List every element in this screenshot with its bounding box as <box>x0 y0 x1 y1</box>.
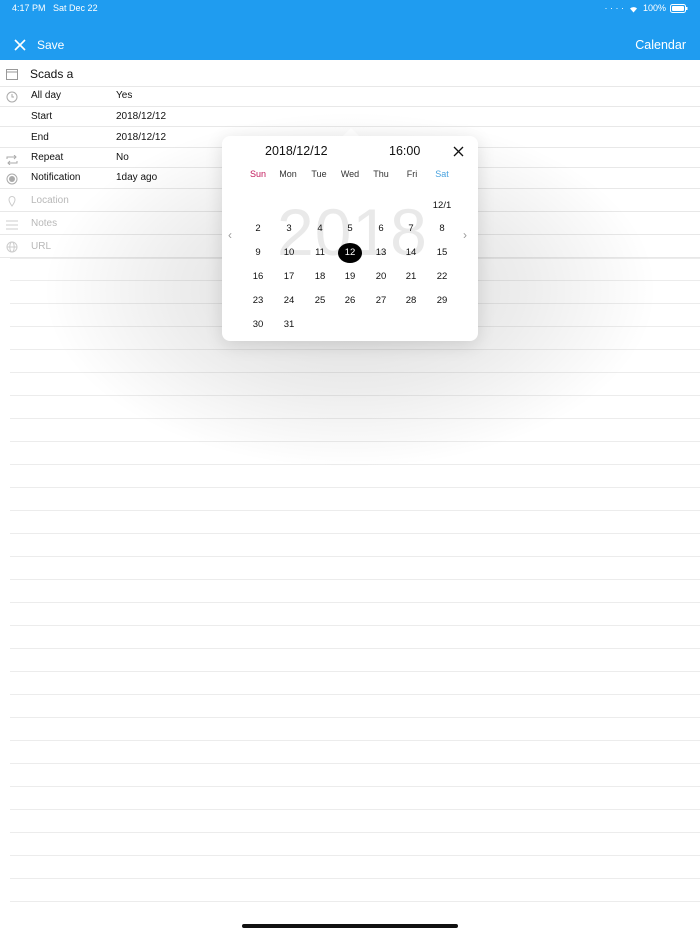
start-row[interactable]: Start 2018/12/12 <box>0 106 700 127</box>
notification-label: Notification <box>31 172 81 183</box>
start-value[interactable]: 2018/12/12 <box>116 111 166 122</box>
repeat-icon <box>6 152 18 166</box>
notes-field[interactable]: Notes <box>31 218 57 229</box>
month-start-label[interactable]: 12/1 <box>430 196 454 216</box>
calendar-day[interactable]: 13 <box>369 243 393 263</box>
all-day-row[interactable]: All day Yes <box>0 86 700 107</box>
calendar-day[interactable]: 24 <box>277 291 301 311</box>
weekday-mon: Mon <box>279 169 297 179</box>
end-label: End <box>31 132 49 143</box>
calendar-icon <box>6 67 18 80</box>
calendar-day[interactable]: 30 <box>246 315 270 335</box>
status-time: 4:17 PM Sat Dec 22 <box>12 3 98 13</box>
calendar-day[interactable]: 5 <box>338 219 362 239</box>
battery-icon <box>670 3 688 13</box>
calendar-day[interactable]: 26 <box>338 291 362 311</box>
globe-icon <box>6 240 18 253</box>
calendar-day[interactable]: 14 <box>399 243 423 263</box>
location-pin-icon <box>6 194 18 207</box>
calendar-day[interactable]: 16 <box>246 267 270 287</box>
notes-icon <box>6 217 18 230</box>
calendar-day[interactable]: 19 <box>338 267 362 287</box>
status-indicators: · · · · 100% <box>604 3 688 13</box>
end-value[interactable]: 2018/12/12 <box>116 132 166 143</box>
date-picker-popover: 2018/12/12 16:00 Sun Mon Tue Wed Thu Fri… <box>222 136 478 341</box>
battery-percent: 100% <box>642 3 666 13</box>
calendar-day[interactable]: 25 <box>308 291 332 311</box>
all-day-label: All day <box>31 90 62 101</box>
weekday-wed: Wed <box>340 169 360 179</box>
event-title[interactable]: Scads a <box>30 67 73 81</box>
signal-icon: · · · · <box>604 3 624 13</box>
calendar-day[interactable]: 28 <box>399 291 423 311</box>
weekday-sun: Sun <box>249 169 266 179</box>
calendar-day[interactable]: 2 <box>246 219 270 239</box>
calendar-button[interactable]: Calendar <box>635 38 686 52</box>
popover-arrow <box>343 128 359 136</box>
calendar-day[interactable]: 29 <box>430 291 454 311</box>
notification-value[interactable]: 1day ago <box>116 172 157 183</box>
picker-date[interactable]: 2018/12/12 <box>265 144 328 158</box>
calendar-day[interactable]: 10 <box>277 243 301 263</box>
calendar-day[interactable]: 27 <box>369 291 393 311</box>
calendar-day[interactable]: 4 <box>308 219 332 239</box>
start-label: Start <box>31 111 53 122</box>
calendar-day[interactable]: 22 <box>430 267 454 287</box>
weekday-sat: Sat <box>435 169 449 179</box>
calendar-day[interactable]: 15 <box>430 243 454 263</box>
wifi-icon <box>628 4 639 13</box>
home-indicator[interactable] <box>242 924 458 928</box>
top-bar: 4:17 PM Sat Dec 22 · · · · 100% Save Cal… <box>0 0 700 60</box>
calendar-day[interactable]: 21 <box>399 267 423 287</box>
calendar-day[interactable]: 9 <box>246 243 270 263</box>
calendar-day[interactable]: 17 <box>277 267 301 287</box>
notification-icon <box>6 172 18 185</box>
clock-icon <box>6 90 18 103</box>
close-icon[interactable] <box>453 144 464 157</box>
calendar-day[interactable]: 20 <box>369 267 393 287</box>
calendar-day[interactable]: 31 <box>277 315 301 335</box>
weekday-tue: Tue <box>311 169 327 179</box>
weekday-thu: Thu <box>373 169 389 179</box>
close-icon[interactable] <box>14 38 28 52</box>
calendar-day[interactable]: 11 <box>308 243 332 263</box>
calendar-day[interactable]: 6 <box>369 219 393 239</box>
calendar-day[interactable]: 23 <box>246 291 270 311</box>
calendar-day[interactable]: 8 <box>430 219 454 239</box>
weekday-fri: Fri <box>406 169 418 179</box>
prev-month-icon[interactable]: ‹ <box>228 228 232 242</box>
calendar-day[interactable]: 18 <box>308 267 332 287</box>
picker-time[interactable]: 16:00 <box>389 144 420 158</box>
url-field[interactable]: URL <box>31 241 51 252</box>
title-row[interactable]: Scads a <box>0 61 700 87</box>
next-month-icon[interactable]: › <box>463 228 467 242</box>
location-field[interactable]: Location <box>31 195 69 206</box>
all-day-value[interactable]: Yes <box>116 90 132 101</box>
calendar-day[interactable]: 7 <box>399 219 423 239</box>
calendar-day-selected[interactable]: 12 <box>338 243 362 263</box>
save-button[interactable]: Save <box>37 38 64 52</box>
repeat-value[interactable]: No <box>116 152 129 163</box>
calendar-day[interactable]: 3 <box>277 219 301 239</box>
repeat-label: Repeat <box>31 152 64 163</box>
